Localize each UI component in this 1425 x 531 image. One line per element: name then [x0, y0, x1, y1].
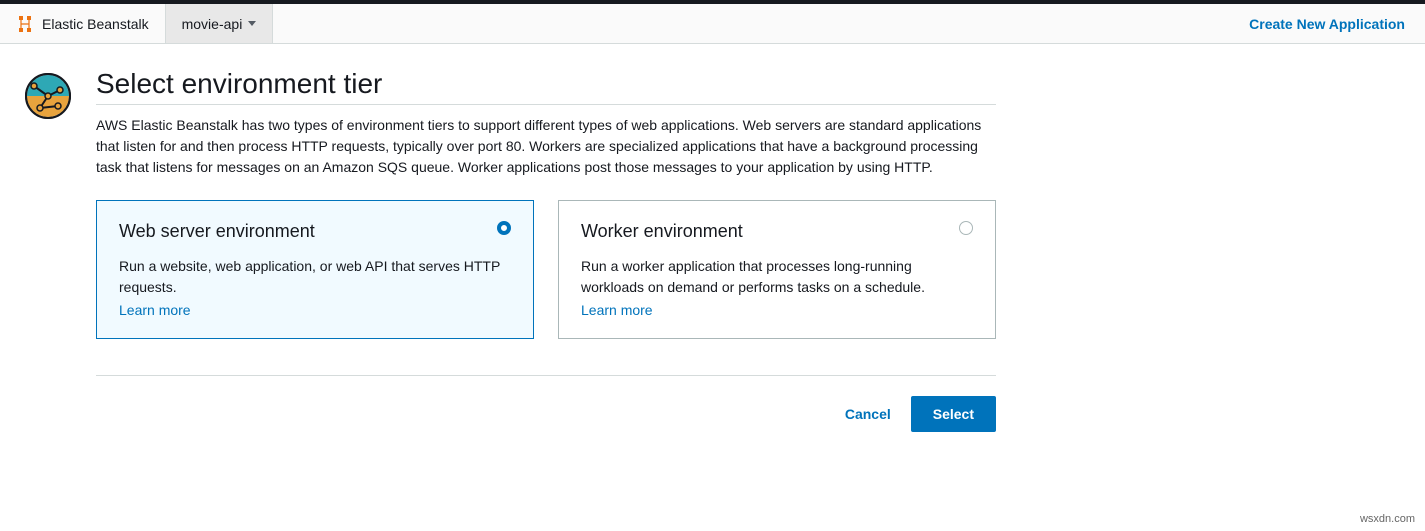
watermark: wsxdn.com: [1360, 513, 1415, 525]
title-divider: [96, 104, 996, 105]
radio-web-server[interactable]: [497, 221, 511, 235]
learn-more-worker[interactable]: Learn more: [581, 302, 653, 318]
tier-desc-web: Run a website, web application, or web A…: [119, 256, 511, 298]
tier-card-worker[interactable]: Worker environment Run a worker applicat…: [558, 200, 996, 339]
page-description: AWS Elastic Beanstalk has two types of e…: [96, 115, 996, 178]
footer-actions: Cancel Select: [96, 396, 996, 462]
beanstalk-icon: [16, 15, 34, 33]
app-name: movie-api: [182, 16, 243, 32]
chevron-down-icon: [248, 21, 256, 26]
tier-title-web: Web server environment: [119, 221, 511, 242]
header: Elastic Beanstalk movie-api Create New A…: [0, 4, 1425, 44]
select-button[interactable]: Select: [911, 396, 996, 432]
radio-worker[interactable]: [959, 221, 973, 235]
service-name: Elastic Beanstalk: [42, 16, 149, 32]
cancel-button[interactable]: Cancel: [845, 406, 891, 422]
service-tab[interactable]: Elastic Beanstalk: [0, 4, 166, 43]
tier-title-worker: Worker environment: [581, 221, 973, 242]
app-dropdown[interactable]: movie-api: [166, 4, 274, 43]
content: Select environment tier AWS Elastic Bean…: [96, 68, 996, 462]
tier-cards: Web server environment Run a website, we…: [96, 200, 996, 339]
page-title: Select environment tier: [96, 68, 996, 100]
environment-icon: [24, 72, 72, 120]
tier-desc-worker: Run a worker application that processes …: [581, 256, 973, 298]
learn-more-web[interactable]: Learn more: [119, 302, 191, 318]
header-left: Elastic Beanstalk movie-api: [0, 4, 273, 43]
footer-divider: [96, 375, 996, 376]
tier-card-web-server[interactable]: Web server environment Run a website, we…: [96, 200, 534, 339]
create-new-application-link[interactable]: Create New Application: [1249, 16, 1405, 32]
main: Select environment tier AWS Elastic Bean…: [0, 44, 1425, 462]
